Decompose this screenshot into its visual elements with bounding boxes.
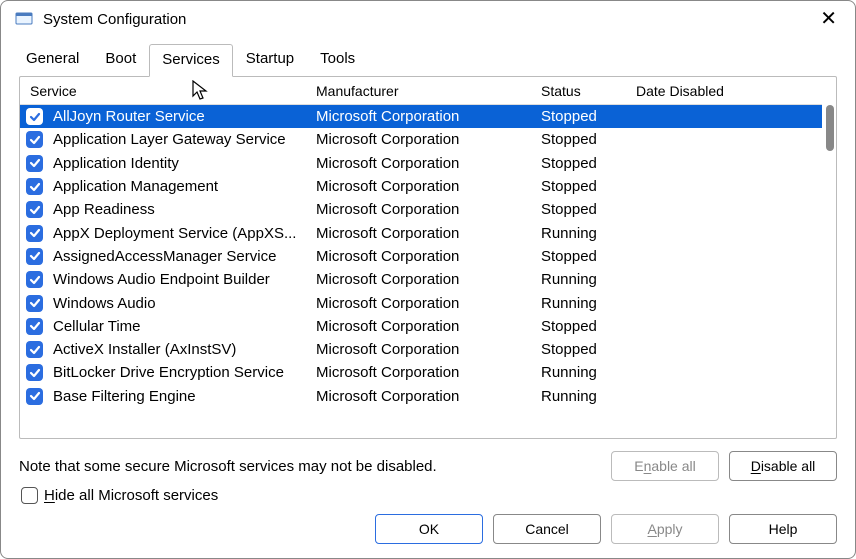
manufacturer: Microsoft Corporation <box>316 225 541 242</box>
status: Running <box>541 388 636 405</box>
manufacturer: Microsoft Corporation <box>316 201 541 218</box>
status: Stopped <box>541 248 636 265</box>
service-name: Base Filtering Engine <box>53 388 196 405</box>
service-checkbox[interactable] <box>26 225 43 242</box>
service-name: Windows Audio <box>53 295 156 312</box>
col-header-status[interactable]: Status <box>541 83 636 99</box>
table-row[interactable]: App Readiness Microsoft CorporationStoppe… <box>20 198 822 221</box>
status: Running <box>541 225 636 242</box>
tab-boot[interactable]: Boot <box>92 43 149 76</box>
services-list[interactable]: Service Manufacturer Status Date Disable… <box>20 77 822 438</box>
service-checkbox[interactable] <box>26 364 43 381</box>
manufacturer: Microsoft Corporation <box>316 295 541 312</box>
table-row[interactable]: Windows Audio Endpoint Builder Microsoft … <box>20 268 822 291</box>
table-row[interactable]: Windows Audio Microsoft CorporationRunnin… <box>20 291 822 314</box>
service-checkbox[interactable] <box>26 295 43 312</box>
tab-tools[interactable]: Tools <box>307 43 368 76</box>
service-checkbox[interactable] <box>26 178 43 195</box>
tab-bar: GeneralBootServicesStartupTools <box>1 35 855 76</box>
tab-general[interactable]: General <box>13 43 92 76</box>
service-checkbox[interactable] <box>26 248 43 265</box>
scrollbar-thumb[interactable] <box>826 105 834 151</box>
cancel-button[interactable]: Cancel <box>493 514 601 544</box>
service-checkbox[interactable] <box>26 201 43 218</box>
service-name: AllJoyn Router Service <box>53 108 205 125</box>
service-name: Application Identity <box>53 155 179 172</box>
table-row[interactable]: Base Filtering Engine Microsoft Corporati… <box>20 385 822 408</box>
status: Stopped <box>541 155 636 172</box>
table-row[interactable]: BitLocker Drive Encryption Service Micros… <box>20 361 822 384</box>
col-header-service[interactable]: Service <box>26 83 316 99</box>
tab-services[interactable]: Services <box>149 44 233 77</box>
service-name: Windows Audio Endpoint Builder <box>53 271 270 288</box>
service-checkbox[interactable] <box>26 108 43 125</box>
status: Running <box>541 295 636 312</box>
manufacturer: Microsoft Corporation <box>316 131 541 148</box>
manufacturer: Microsoft Corporation <box>316 318 541 335</box>
table-row[interactable]: Cellular Time Microsoft CorporationStoppe… <box>20 315 822 338</box>
col-header-date-disabled[interactable]: Date Disabled <box>636 83 822 99</box>
services-panel: Service Manufacturer Status Date Disable… <box>19 76 837 439</box>
service-name: BitLocker Drive Encryption Service <box>53 364 284 381</box>
service-name: AppX Deployment Service (AppXS... <box>53 225 296 242</box>
service-name: Application Management <box>53 178 218 195</box>
manufacturer: Microsoft Corporation <box>316 248 541 265</box>
apply-button[interactable]: Apply <box>611 514 719 544</box>
table-row[interactable]: ActiveX Installer (AxInstSV) Microsoft Co… <box>20 338 822 361</box>
manufacturer: Microsoft Corporation <box>316 341 541 358</box>
status: Stopped <box>541 341 636 358</box>
hide-microsoft-checkbox[interactable] <box>21 487 38 504</box>
status: Stopped <box>541 131 636 148</box>
col-header-manufacturer[interactable]: Manufacturer <box>316 83 541 99</box>
tab-startup[interactable]: Startup <box>233 43 307 76</box>
table-row[interactable]: Application Management Microsoft Corporat… <box>20 175 822 198</box>
service-checkbox[interactable] <box>26 155 43 172</box>
list-header[interactable]: Service Manufacturer Status Date Disable… <box>20 77 822 105</box>
manufacturer: Microsoft Corporation <box>316 108 541 125</box>
table-row[interactable]: AssignedAccessManager Service Microsoft C… <box>20 245 822 268</box>
enable-all-button[interactable]: Enable all <box>611 451 719 481</box>
window-title: System Configuration <box>43 11 816 28</box>
status: Running <box>541 364 636 381</box>
hide-microsoft-label[interactable]: Hide all Microsoft services <box>44 487 218 504</box>
disable-all-button[interactable]: Disable all <box>729 451 837 481</box>
manufacturer: Microsoft Corporation <box>316 364 541 381</box>
close-button[interactable]: ✕ <box>816 9 841 29</box>
service-checkbox[interactable] <box>26 388 43 405</box>
status: Stopped <box>541 318 636 335</box>
service-checkbox[interactable] <box>26 341 43 358</box>
service-name: Application Layer Gateway Service <box>53 131 286 148</box>
service-name: AssignedAccessManager Service <box>53 248 276 265</box>
scrollbar[interactable] <box>822 77 836 438</box>
service-checkbox[interactable] <box>26 131 43 148</box>
status: Running <box>541 271 636 288</box>
service-checkbox[interactable] <box>26 318 43 335</box>
app-icon <box>15 10 33 28</box>
service-name: App Readiness <box>53 201 155 218</box>
status: Stopped <box>541 178 636 195</box>
ok-button[interactable]: OK <box>375 514 483 544</box>
service-name: Cellular Time <box>53 318 141 335</box>
table-row[interactable]: AllJoyn Router Service Microsoft Corporat… <box>20 105 822 128</box>
titlebar: System Configuration ✕ <box>1 1 855 35</box>
table-row[interactable]: Application Identity Microsoft Corporatio… <box>20 152 822 175</box>
service-name: ActiveX Installer (AxInstSV) <box>53 341 236 358</box>
manufacturer: Microsoft Corporation <box>316 271 541 288</box>
manufacturer: Microsoft Corporation <box>316 388 541 405</box>
table-row[interactable]: AppX Deployment Service (AppXS... Microso… <box>20 221 822 244</box>
status: Stopped <box>541 108 636 125</box>
help-button[interactable]: Help <box>729 514 837 544</box>
table-row[interactable]: Application Layer Gateway Service Microso… <box>20 128 822 151</box>
note-text: Note that some secure Microsoft services… <box>19 458 437 475</box>
manufacturer: Microsoft Corporation <box>316 155 541 172</box>
service-checkbox[interactable] <box>26 271 43 288</box>
manufacturer: Microsoft Corporation <box>316 178 541 195</box>
status: Stopped <box>541 201 636 218</box>
